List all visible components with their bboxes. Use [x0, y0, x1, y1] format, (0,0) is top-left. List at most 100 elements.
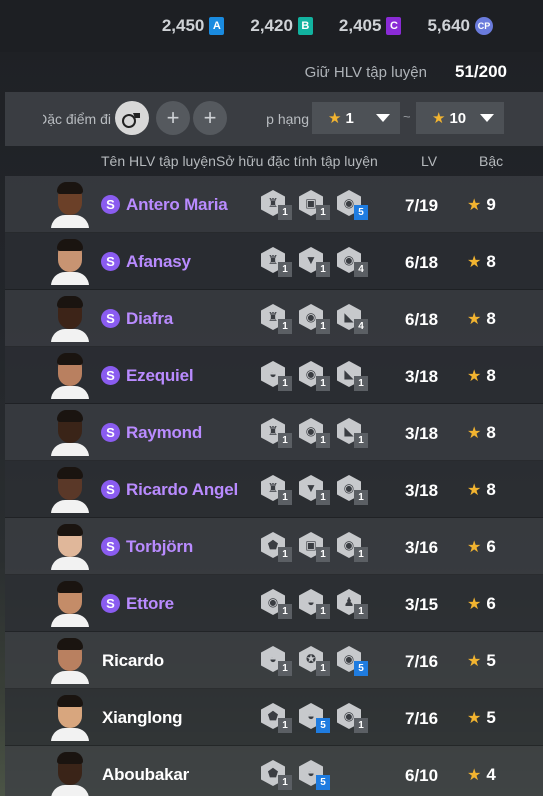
trait-filter-slot-selected[interactable] [115, 101, 149, 135]
trait-badge[interactable]: ◒ 1 [299, 589, 331, 619]
coach-level: 3/18 [405, 424, 439, 443]
trait-filter-add-button-2[interactable]: + [193, 101, 227, 135]
coach-row[interactable]: S Ettore ◉ 1 ◒ 1 ♟ 1 3/15 ★ 6 [5, 575, 543, 632]
coach-row[interactable]: S Raymond ♜ 1 ◉ 1 ◣ 1 3/18 ★ 8 [5, 404, 543, 461]
trait-badge[interactable]: ◉ 1 [299, 418, 331, 448]
special-coach-icon: S [101, 480, 120, 499]
column-traits[interactable]: Sở hữu đặc tính tập luyện [216, 153, 378, 169]
coach-row[interactable]: Ricardo ◒ 1 ✪ 1 ◉ 5 7/16 ★ 5 [5, 632, 543, 689]
coach-list: S Antero Maria ♜ 1 ▣ 1 ◉ 5 7/19 ★ 9 S Afanasy ♜ 1 ▼ 1 ◉ 4 6… [5, 176, 543, 796]
trait-level: 1 [278, 718, 292, 733]
rank-filter-label: Xếp hạng [267, 111, 309, 127]
star-icon: ★ [467, 425, 482, 442]
trait-badge[interactable]: ✪ 1 [299, 646, 331, 676]
rank-range-separator: ~ [403, 109, 411, 124]
coach-level: 6/10 [405, 766, 439, 785]
trait-badge[interactable]: ◉ 1 [337, 703, 369, 733]
coach-rank: ★ 8 [467, 423, 496, 442]
coach-row[interactable]: S Antero Maria ♜ 1 ▣ 1 ◉ 5 7/19 ★ 9 [5, 176, 543, 233]
coach-row[interactable]: S Diafra ♜ 1 ◉ 1 ◣ 4 6/18 ★ 8 [5, 290, 543, 347]
coach-avatar [49, 638, 91, 684]
coach-rank: ★ 9 [467, 195, 496, 214]
trait-level: 1 [278, 376, 292, 391]
trait-filter-add-button-1[interactable]: + [156, 101, 190, 135]
special-coach-icon: S [101, 366, 120, 385]
trait-badge[interactable]: ◉ 5 [337, 190, 369, 220]
column-rank[interactable]: Bậc [479, 153, 503, 169]
currency-b: 2,420 B [250, 16, 313, 36]
trait-badge[interactable]: ◣ 1 [337, 361, 369, 391]
trait-level: 4 [354, 262, 368, 277]
trait-badge[interactable]: ◉ 1 [337, 475, 369, 505]
trait-level: 1 [316, 205, 330, 220]
trait-level: 5 [354, 205, 368, 220]
coach-name: Aboubakar [102, 765, 189, 784]
coach-rank: ★ 6 [467, 537, 496, 556]
trait-level: 1 [354, 433, 368, 448]
trait-level: 5 [354, 661, 368, 676]
trait-level: 1 [278, 547, 292, 562]
trait-badge[interactable]: ◉ 1 [337, 532, 369, 562]
trait-badge[interactable]: ▣ 1 [299, 190, 331, 220]
trait-badge[interactable]: ♜ 1 [261, 247, 293, 277]
special-coach-icon: S [101, 195, 120, 214]
coach-avatar [49, 182, 91, 228]
column-lv[interactable]: LV [421, 153, 437, 169]
trait-badge[interactable]: ◒ 1 [261, 361, 293, 391]
trait-level: 1 [316, 547, 330, 562]
trait-badge[interactable]: ◉ 4 [337, 247, 369, 277]
rank-max-select[interactable]: ★ 10 [416, 102, 504, 134]
trait-badge[interactable]: ▼ 1 [299, 247, 331, 277]
coach-row[interactable]: Xianglong ⬟ 1 ◒ 5 ◉ 1 7/16 ★ 5 [5, 689, 543, 746]
trait-badge[interactable]: ▼ 1 [299, 475, 331, 505]
rank-min-select[interactable]: ★ 1 [312, 102, 400, 134]
coach-rank: ★ 8 [467, 366, 496, 385]
coach-name: Ezequiel [126, 366, 194, 385]
star-icon: ★ [467, 539, 482, 556]
currency-c-icon: C [386, 17, 402, 35]
trait-level: 1 [316, 490, 330, 505]
ball-whistle-icon [122, 113, 140, 128]
trait-level: 1 [316, 262, 330, 277]
coach-name: Ettore [126, 594, 174, 613]
column-name[interactable]: Tên HLV tập luyện [101, 153, 216, 169]
coach-level: 3/18 [405, 367, 439, 386]
trait-badge[interactable]: ◒ 5 [299, 760, 331, 790]
coach-level: 3/15 [405, 595, 439, 614]
trait-badge[interactable]: ♜ 1 [261, 418, 293, 448]
trait-badge[interactable]: ◉ 1 [261, 589, 293, 619]
trait-badge[interactable]: ♜ 1 [261, 190, 293, 220]
coach-row[interactable]: S Torbjörn ⬟ 1 ▣ 1 ◉ 1 3/16 ★ 6 [5, 518, 543, 575]
trait-badge[interactable]: ◉ 1 [299, 361, 331, 391]
trait-badge[interactable]: ♟ 1 [337, 589, 369, 619]
coach-row[interactable]: S Afanasy ♜ 1 ▼ 1 ◉ 4 6/18 ★ 8 [5, 233, 543, 290]
coach-rank: ★ 4 [467, 765, 496, 784]
trait-badge[interactable]: ◉ 5 [337, 646, 369, 676]
trait-badge[interactable]: ◣ 4 [337, 304, 369, 334]
coach-avatar [49, 296, 91, 342]
trait-badge[interactable]: ⬟ 1 [261, 703, 293, 733]
trait-badge[interactable]: ⬟ 1 [261, 532, 293, 562]
coach-row[interactable]: S Ricardo Angel ♜ 1 ▼ 1 ◉ 1 3/18 ★ 8 [5, 461, 543, 518]
trait-badge[interactable]: ◉ 1 [299, 304, 331, 334]
trait-badge[interactable]: ◒ 5 [299, 703, 331, 733]
trait-badge[interactable]: ▣ 1 [299, 532, 331, 562]
coach-level: 7/19 [405, 196, 439, 215]
currency-b-icon: B [297, 17, 313, 35]
trait-badge[interactable]: ♜ 1 [261, 475, 293, 505]
currency-a-icon: A [209, 17, 225, 35]
trait-badge[interactable]: ◒ 1 [261, 646, 293, 676]
plus-icon: + [203, 105, 217, 130]
currency-cp: 5,640 CP [427, 16, 493, 36]
trait-badge[interactable]: ◣ 1 [337, 418, 369, 448]
coach-rank: ★ 8 [467, 252, 496, 271]
trait-badge[interactable]: ⬟ 1 [261, 760, 293, 790]
trait-badge[interactable]: ♜ 1 [261, 304, 293, 334]
star-icon: ★ [432, 110, 446, 127]
coach-avatar [49, 581, 91, 627]
coach-row[interactable]: Aboubakar ⬟ 1 ◒ 5 6/10 ★ 4 [5, 746, 543, 796]
coach-level: 6/18 [405, 253, 439, 272]
coach-name: Raymond [126, 423, 203, 442]
coach-row[interactable]: S Ezequiel ◒ 1 ◉ 1 ◣ 1 3/18 ★ 8 [5, 347, 543, 404]
trait-level: 1 [278, 433, 292, 448]
